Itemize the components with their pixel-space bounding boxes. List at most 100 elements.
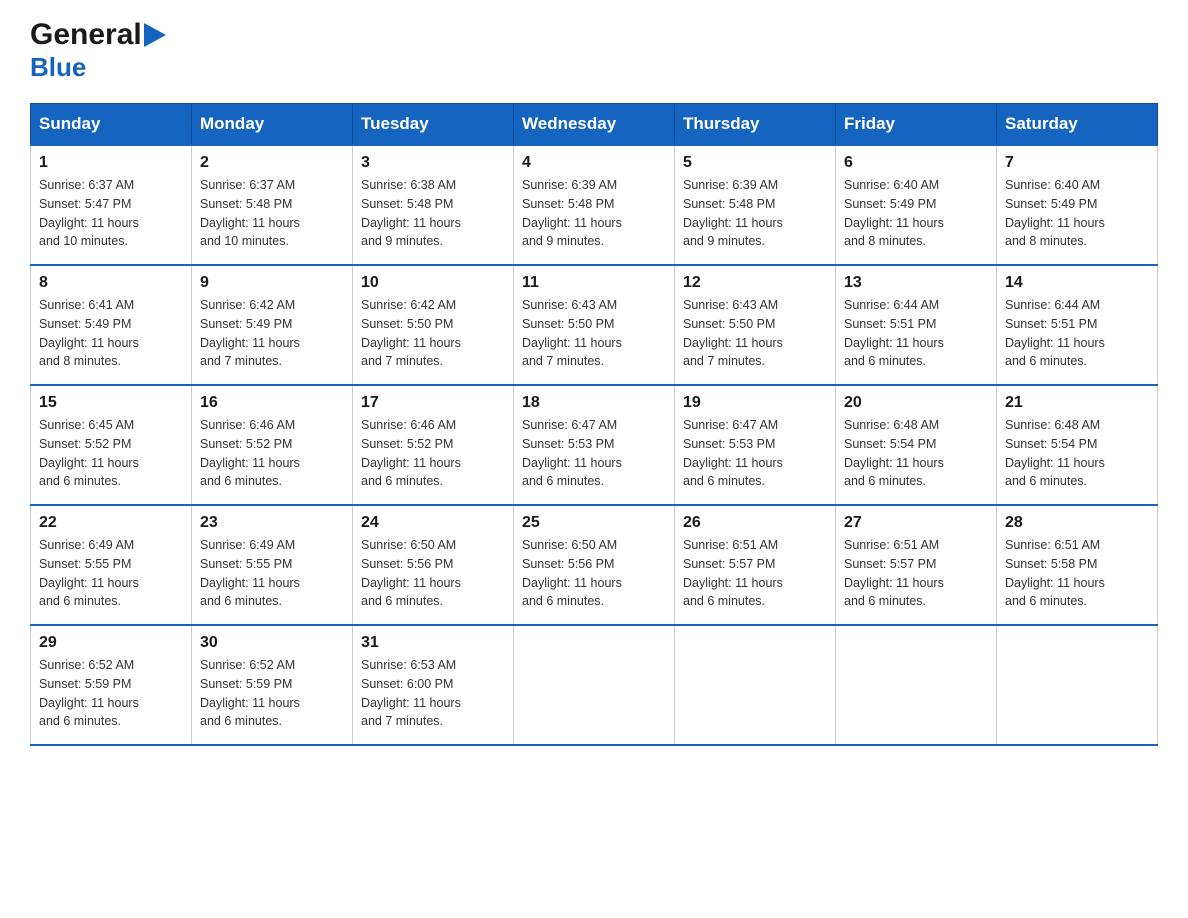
day-info: Sunrise: 6:53 AMSunset: 6:00 PMDaylight:… bbox=[361, 658, 461, 728]
table-row: 27 Sunrise: 6:51 AMSunset: 5:57 PMDaylig… bbox=[836, 505, 997, 625]
day-info: Sunrise: 6:43 AMSunset: 5:50 PMDaylight:… bbox=[522, 298, 622, 368]
table-row: 3 Sunrise: 6:38 AMSunset: 5:48 PMDayligh… bbox=[353, 145, 514, 265]
day-number: 27 bbox=[844, 514, 988, 532]
page-header: General Blue bbox=[30, 20, 1158, 83]
table-row: 20 Sunrise: 6:48 AMSunset: 5:54 PMDaylig… bbox=[836, 385, 997, 505]
calendar-week-row: 22 Sunrise: 6:49 AMSunset: 5:55 PMDaylig… bbox=[31, 505, 1158, 625]
day-number: 11 bbox=[522, 274, 666, 292]
day-number: 9 bbox=[200, 274, 344, 292]
day-info: Sunrise: 6:41 AMSunset: 5:49 PMDaylight:… bbox=[39, 298, 139, 368]
day-number: 8 bbox=[39, 274, 183, 292]
table-row: 6 Sunrise: 6:40 AMSunset: 5:49 PMDayligh… bbox=[836, 145, 997, 265]
col-wednesday: Wednesday bbox=[514, 104, 675, 146]
day-number: 12 bbox=[683, 274, 827, 292]
table-row: 14 Sunrise: 6:44 AMSunset: 5:51 PMDaylig… bbox=[997, 265, 1158, 385]
day-number: 25 bbox=[522, 514, 666, 532]
day-number: 2 bbox=[200, 154, 344, 172]
calendar-week-row: 15 Sunrise: 6:45 AMSunset: 5:52 PMDaylig… bbox=[31, 385, 1158, 505]
col-saturday: Saturday bbox=[997, 104, 1158, 146]
table-row: 11 Sunrise: 6:43 AMSunset: 5:50 PMDaylig… bbox=[514, 265, 675, 385]
day-info: Sunrise: 6:37 AMSunset: 5:48 PMDaylight:… bbox=[200, 178, 300, 248]
col-tuesday: Tuesday bbox=[353, 104, 514, 146]
day-info: Sunrise: 6:49 AMSunset: 5:55 PMDaylight:… bbox=[39, 538, 139, 608]
day-number: 31 bbox=[361, 634, 505, 652]
day-number: 29 bbox=[39, 634, 183, 652]
day-number: 6 bbox=[844, 154, 988, 172]
day-number: 22 bbox=[39, 514, 183, 532]
table-row bbox=[997, 625, 1158, 745]
day-info: Sunrise: 6:37 AMSunset: 5:47 PMDaylight:… bbox=[39, 178, 139, 248]
col-monday: Monday bbox=[192, 104, 353, 146]
day-info: Sunrise: 6:45 AMSunset: 5:52 PMDaylight:… bbox=[39, 418, 139, 488]
table-row: 16 Sunrise: 6:46 AMSunset: 5:52 PMDaylig… bbox=[192, 385, 353, 505]
day-number: 1 bbox=[39, 154, 183, 172]
day-number: 28 bbox=[1005, 514, 1149, 532]
calendar-week-row: 1 Sunrise: 6:37 AMSunset: 5:47 PMDayligh… bbox=[31, 145, 1158, 265]
table-row: 29 Sunrise: 6:52 AMSunset: 5:59 PMDaylig… bbox=[31, 625, 192, 745]
col-thursday: Thursday bbox=[675, 104, 836, 146]
day-info: Sunrise: 6:51 AMSunset: 5:58 PMDaylight:… bbox=[1005, 538, 1105, 608]
day-info: Sunrise: 6:39 AMSunset: 5:48 PMDaylight:… bbox=[522, 178, 622, 248]
day-number: 5 bbox=[683, 154, 827, 172]
table-row: 13 Sunrise: 6:44 AMSunset: 5:51 PMDaylig… bbox=[836, 265, 997, 385]
table-row: 25 Sunrise: 6:50 AMSunset: 5:56 PMDaylig… bbox=[514, 505, 675, 625]
day-number: 13 bbox=[844, 274, 988, 292]
day-number: 17 bbox=[361, 394, 505, 412]
day-info: Sunrise: 6:50 AMSunset: 5:56 PMDaylight:… bbox=[361, 538, 461, 608]
table-row: 5 Sunrise: 6:39 AMSunset: 5:48 PMDayligh… bbox=[675, 145, 836, 265]
table-row: 10 Sunrise: 6:42 AMSunset: 5:50 PMDaylig… bbox=[353, 265, 514, 385]
col-friday: Friday bbox=[836, 104, 997, 146]
table-row bbox=[514, 625, 675, 745]
day-info: Sunrise: 6:42 AMSunset: 5:49 PMDaylight:… bbox=[200, 298, 300, 368]
table-row: 23 Sunrise: 6:49 AMSunset: 5:55 PMDaylig… bbox=[192, 505, 353, 625]
day-info: Sunrise: 6:38 AMSunset: 5:48 PMDaylight:… bbox=[361, 178, 461, 248]
calendar-header-row: Sunday Monday Tuesday Wednesday Thursday… bbox=[31, 104, 1158, 146]
day-info: Sunrise: 6:49 AMSunset: 5:55 PMDaylight:… bbox=[200, 538, 300, 608]
day-info: Sunrise: 6:52 AMSunset: 5:59 PMDaylight:… bbox=[39, 658, 139, 728]
table-row: 17 Sunrise: 6:46 AMSunset: 5:52 PMDaylig… bbox=[353, 385, 514, 505]
table-row bbox=[675, 625, 836, 745]
day-number: 16 bbox=[200, 394, 344, 412]
day-info: Sunrise: 6:43 AMSunset: 5:50 PMDaylight:… bbox=[683, 298, 783, 368]
table-row: 28 Sunrise: 6:51 AMSunset: 5:58 PMDaylig… bbox=[997, 505, 1158, 625]
day-info: Sunrise: 6:46 AMSunset: 5:52 PMDaylight:… bbox=[361, 418, 461, 488]
day-number: 19 bbox=[683, 394, 827, 412]
table-row bbox=[836, 625, 997, 745]
day-number: 18 bbox=[522, 394, 666, 412]
day-info: Sunrise: 6:40 AMSunset: 5:49 PMDaylight:… bbox=[1005, 178, 1105, 248]
day-info: Sunrise: 6:40 AMSunset: 5:49 PMDaylight:… bbox=[844, 178, 944, 248]
day-info: Sunrise: 6:48 AMSunset: 5:54 PMDaylight:… bbox=[844, 418, 944, 488]
day-number: 23 bbox=[200, 514, 344, 532]
table-row: 26 Sunrise: 6:51 AMSunset: 5:57 PMDaylig… bbox=[675, 505, 836, 625]
table-row: 9 Sunrise: 6:42 AMSunset: 5:49 PMDayligh… bbox=[192, 265, 353, 385]
day-number: 21 bbox=[1005, 394, 1149, 412]
day-info: Sunrise: 6:50 AMSunset: 5:56 PMDaylight:… bbox=[522, 538, 622, 608]
day-number: 14 bbox=[1005, 274, 1149, 292]
day-info: Sunrise: 6:51 AMSunset: 5:57 PMDaylight:… bbox=[844, 538, 944, 608]
calendar-week-row: 29 Sunrise: 6:52 AMSunset: 5:59 PMDaylig… bbox=[31, 625, 1158, 745]
day-number: 7 bbox=[1005, 154, 1149, 172]
day-number: 3 bbox=[361, 154, 505, 172]
day-number: 4 bbox=[522, 154, 666, 172]
logo-general-text: General bbox=[30, 20, 142, 50]
table-row: 12 Sunrise: 6:43 AMSunset: 5:50 PMDaylig… bbox=[675, 265, 836, 385]
day-number: 15 bbox=[39, 394, 183, 412]
day-number: 10 bbox=[361, 274, 505, 292]
table-row: 30 Sunrise: 6:52 AMSunset: 5:59 PMDaylig… bbox=[192, 625, 353, 745]
table-row: 2 Sunrise: 6:37 AMSunset: 5:48 PMDayligh… bbox=[192, 145, 353, 265]
table-row: 19 Sunrise: 6:47 AMSunset: 5:53 PMDaylig… bbox=[675, 385, 836, 505]
day-info: Sunrise: 6:44 AMSunset: 5:51 PMDaylight:… bbox=[1005, 298, 1105, 368]
logo: General Blue bbox=[30, 20, 166, 83]
table-row: 24 Sunrise: 6:50 AMSunset: 5:56 PMDaylig… bbox=[353, 505, 514, 625]
day-number: 24 bbox=[361, 514, 505, 532]
table-row: 7 Sunrise: 6:40 AMSunset: 5:49 PMDayligh… bbox=[997, 145, 1158, 265]
day-info: Sunrise: 6:44 AMSunset: 5:51 PMDaylight:… bbox=[844, 298, 944, 368]
calendar-week-row: 8 Sunrise: 6:41 AMSunset: 5:49 PMDayligh… bbox=[31, 265, 1158, 385]
calendar-table: Sunday Monday Tuesday Wednesday Thursday… bbox=[30, 103, 1158, 746]
day-number: 30 bbox=[200, 634, 344, 652]
table-row: 21 Sunrise: 6:48 AMSunset: 5:54 PMDaylig… bbox=[997, 385, 1158, 505]
day-info: Sunrise: 6:51 AMSunset: 5:57 PMDaylight:… bbox=[683, 538, 783, 608]
day-info: Sunrise: 6:52 AMSunset: 5:59 PMDaylight:… bbox=[200, 658, 300, 728]
table-row: 15 Sunrise: 6:45 AMSunset: 5:52 PMDaylig… bbox=[31, 385, 192, 505]
logo-arrow-icon bbox=[144, 23, 166, 47]
